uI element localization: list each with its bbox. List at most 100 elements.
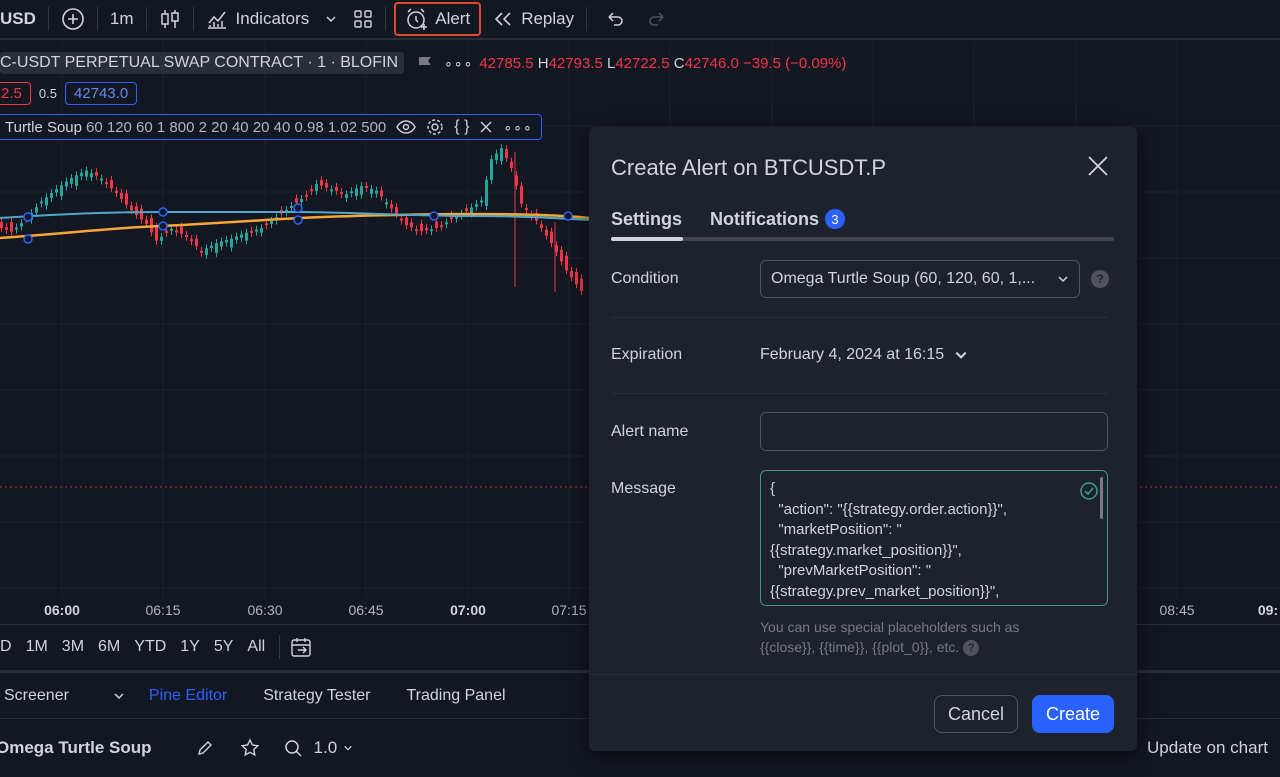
- candle: [255, 229, 258, 232]
- message-line: "prevMarketPosition": ": [770, 562, 932, 579]
- calendar-goto-icon[interactable]: [290, 636, 312, 658]
- message-textarea[interactable]: { "action": "{{strategy.order.action}}",…: [760, 470, 1108, 606]
- range-item[interactable]: 3M: [62, 638, 84, 656]
- source-code-icon[interactable]: { }: [454, 118, 469, 136]
- candle: [20, 223, 23, 227]
- close-icon[interactable]: [479, 120, 493, 134]
- candle: [495, 153, 498, 161]
- alert-name-input[interactable]: [760, 412, 1108, 451]
- candle: [230, 238, 233, 248]
- eye-icon[interactable]: [396, 119, 417, 135]
- version-select[interactable]: 1.0: [314, 738, 354, 758]
- create-alert-dialog: Create Alert on BTCUSDT.P Settings Notif…: [589, 127, 1137, 751]
- tab-notifications-label: Notifications: [710, 208, 820, 229]
- hint-line: You can use special placeholders such as: [760, 619, 1020, 635]
- candle: [55, 189, 58, 193]
- range-item[interactable]: 6M: [98, 638, 120, 656]
- divider: [611, 393, 1108, 394]
- message-scrollbar[interactable]: [1100, 477, 1103, 519]
- symbol-search-button[interactable]: USD: [0, 0, 44, 39]
- tab-notifications[interactable]: Notifications 3: [710, 207, 846, 231]
- help-icon[interactable]: ?: [1091, 270, 1109, 288]
- candle: [520, 185, 523, 204]
- divider: [586, 7, 588, 31]
- close-label: C: [673, 54, 685, 72]
- close-value: 42746.0: [684, 54, 739, 72]
- sell-price-button[interactable]: 2.5: [0, 82, 31, 105]
- candle: [130, 205, 133, 211]
- tradingview-window: USD 1m Indicators Alert Replay C-USDT PE…: [0, 0, 1280, 777]
- high-label: H: [537, 54, 549, 72]
- pencil-icon[interactable]: [196, 739, 214, 757]
- candle: [160, 236, 163, 241]
- candle: [580, 278, 583, 291]
- signal-marker: [293, 215, 303, 225]
- range-item[interactable]: All: [247, 638, 265, 656]
- chevron-down-icon: [1058, 276, 1068, 283]
- range-item[interactable]: 1Y: [180, 638, 200, 656]
- more-icon[interactable]: ∘∘∘: [503, 119, 532, 136]
- chevron-down-icon[interactable]: [113, 690, 125, 702]
- hint-line: {{close}}, {{time}}, {{plot_0}}, etc.: [760, 639, 960, 655]
- candle: [350, 191, 353, 194]
- flag-icon[interactable]: [416, 55, 434, 71]
- range-item[interactable]: D: [0, 638, 12, 656]
- replay-button[interactable]: Replay: [485, 0, 582, 39]
- indicators-label: Indicators: [235, 9, 310, 28]
- high-value: 42793.5: [548, 54, 603, 72]
- candle: [310, 189, 313, 192]
- update-on-chart-button[interactable]: Update on chart: [1147, 738, 1268, 758]
- candle: [45, 197, 48, 206]
- alert-label: Alert: [435, 9, 471, 28]
- candle: [390, 204, 393, 209]
- tab-strategy-tester[interactable]: Strategy Tester: [263, 687, 370, 705]
- redo-button[interactable]: [639, 0, 675, 39]
- buy-price-button[interactable]: 42743.0: [64, 82, 138, 105]
- undo-button[interactable]: [597, 0, 633, 39]
- candle: [410, 222, 413, 228]
- indicator-legend[interactable]: Turtle Soup 60 120 60 1 800 2 20 40 20 4…: [0, 114, 542, 140]
- change-value: −39.5 (−0.09%): [742, 54, 847, 72]
- layouts-button[interactable]: [345, 0, 381, 39]
- time-axis-label: 06:15: [145, 602, 181, 618]
- candle: [215, 243, 218, 253]
- range-item[interactable]: 1M: [26, 638, 48, 656]
- tab-screener[interactable]: Screener: [0, 687, 105, 705]
- gear-icon[interactable]: [426, 118, 444, 136]
- indicators-dropdown-button[interactable]: [317, 0, 345, 39]
- expiration-select[interactable]: February 4, 2024 at 16:15: [760, 346, 968, 364]
- candle: [170, 228, 173, 231]
- close-icon[interactable]: [1087, 155, 1109, 177]
- help-icon[interactable]: ?: [963, 640, 980, 657]
- create-button[interactable]: Create: [1032, 695, 1114, 733]
- range-item[interactable]: YTD: [134, 638, 166, 656]
- interval-button[interactable]: 1m: [102, 0, 142, 39]
- dialog-tabs: Settings Notifications 3: [611, 207, 1114, 241]
- search-icon[interactable]: [284, 739, 302, 757]
- more-icon[interactable]: ∘∘∘: [444, 55, 473, 72]
- chart-type-button[interactable]: [151, 0, 189, 39]
- indicators-button[interactable]: Indicators: [198, 0, 318, 39]
- active-tab-indicator: [611, 237, 683, 241]
- tab-settings[interactable]: Settings: [611, 207, 682, 231]
- candle: [550, 231, 553, 244]
- candle: [85, 170, 88, 177]
- divider: [47, 7, 49, 31]
- alert-button[interactable]: Alert: [394, 2, 482, 36]
- condition-select[interactable]: Omega Turtle Soup (60, 120, 60, 1,...: [760, 260, 1080, 298]
- compare-add-button[interactable]: [53, 0, 93, 39]
- interval-label: 1m: [109, 9, 134, 28]
- tab-pine-editor[interactable]: Pine Editor: [149, 687, 227, 705]
- symbol-title[interactable]: C-USDT PERPETUAL SWAP CONTRACT · 1 · BLO…: [0, 52, 405, 74]
- script-name[interactable]: Omega Turtle Soup: [0, 738, 152, 758]
- dialog-title: Create Alert on BTCUSDT.P: [611, 155, 887, 180]
- message-line: "marketPosition": ": [770, 521, 902, 538]
- candle: [485, 179, 488, 206]
- tab-trading-panel[interactable]: Trading Panel: [407, 687, 506, 705]
- candle: [80, 172, 83, 177]
- indicator-name: Turtle Soup: [5, 118, 82, 136]
- star-icon[interactable]: [240, 738, 260, 758]
- cancel-button[interactable]: Cancel: [934, 695, 1018, 733]
- range-item[interactable]: 5Y: [214, 638, 234, 656]
- signal-marker: [23, 212, 33, 222]
